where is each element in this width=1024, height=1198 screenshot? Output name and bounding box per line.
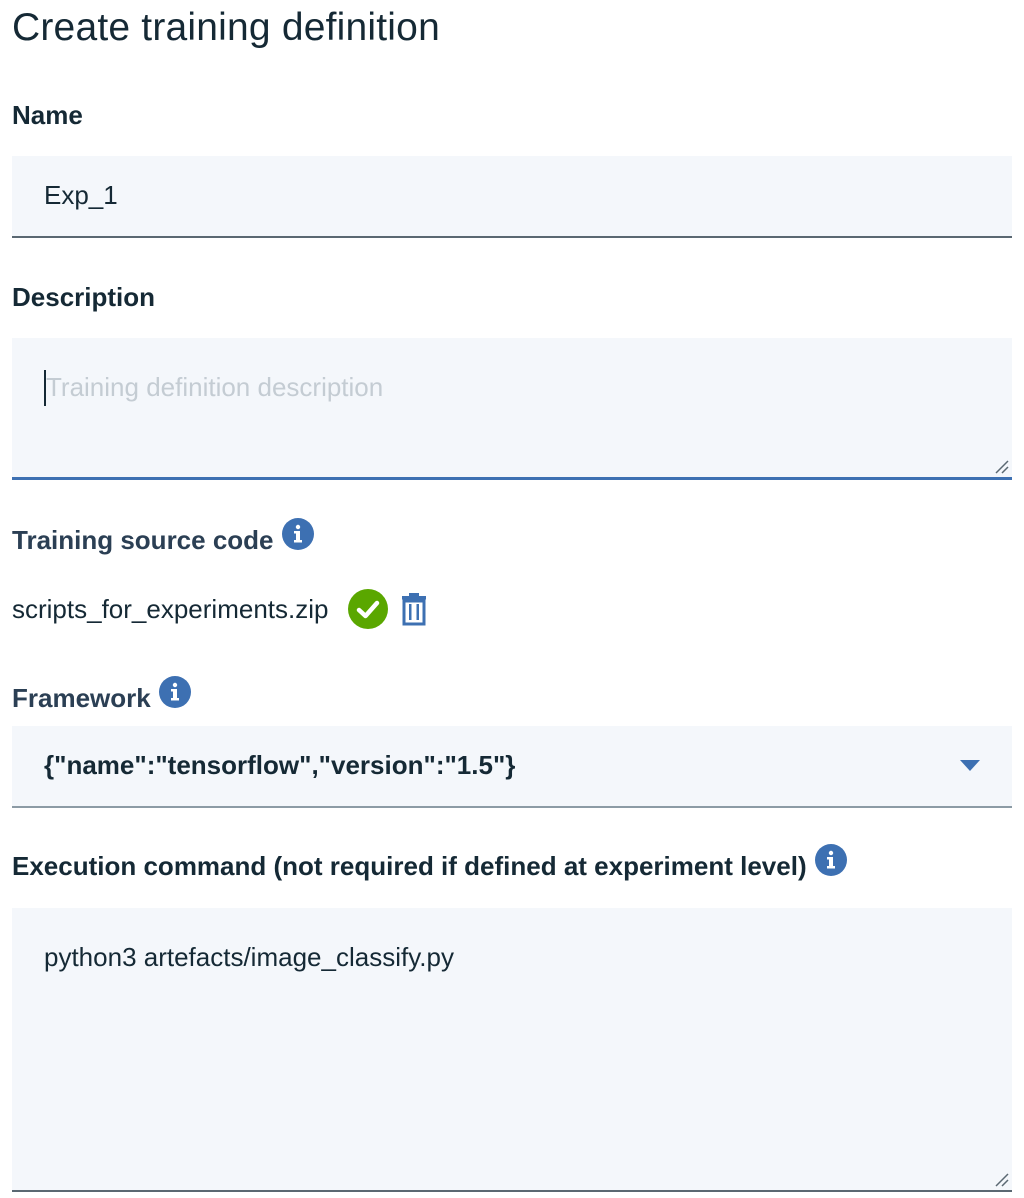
name-input[interactable]: Exp_1	[12, 156, 1012, 238]
execution-command-label: Execution command (not required if defin…	[12, 844, 847, 882]
trash-icon[interactable]	[400, 592, 428, 626]
training-source-code-label-text: Training source code	[12, 524, 274, 555]
info-icon[interactable]	[281, 518, 314, 550]
name-label: Name	[12, 100, 83, 131]
resize-grip-icon[interactable]	[993, 458, 1009, 474]
description-label: Description	[12, 282, 155, 313]
framework-selected-value: {"name":"tensorflow","version":"1.5"}	[44, 750, 516, 780]
description-placeholder: Training definition description	[46, 372, 384, 402]
execution-command-textarea[interactable]: python3 artefacts/image_classify.py	[12, 908, 1012, 1192]
framework-select[interactable]: {"name":"tensorflow","version":"1.5"}	[12, 726, 1012, 808]
training-source-code-label: Training source code	[12, 518, 314, 556]
resize-grip-icon[interactable]	[993, 1171, 1009, 1187]
page-title: Create training definition	[12, 6, 440, 49]
check-circle-icon	[348, 589, 389, 629]
info-icon[interactable]	[814, 844, 847, 876]
execution-command-value: python3 artefacts/image_classify.py	[44, 942, 454, 972]
name-input-value: Exp_1	[44, 180, 118, 210]
framework-label-text: Framework	[12, 682, 151, 713]
description-textarea[interactable]: Training definition description	[12, 338, 1012, 480]
framework-label: Framework	[12, 676, 191, 714]
name-label-text: Name	[12, 100, 83, 130]
chevron-down-icon	[960, 760, 980, 771]
uploaded-file-row: scripts_for_experiments.zip	[12, 585, 428, 633]
info-icon[interactable]	[158, 676, 191, 708]
execution-command-label-text: Execution command (not required if defin…	[12, 850, 807, 881]
create-training-definition-form: Create training definition Name Exp_1 De…	[0, 0, 1024, 1198]
uploaded-file-name: scripts_for_experiments.zip	[12, 593, 329, 624]
description-label-text: Description	[12, 282, 156, 312]
